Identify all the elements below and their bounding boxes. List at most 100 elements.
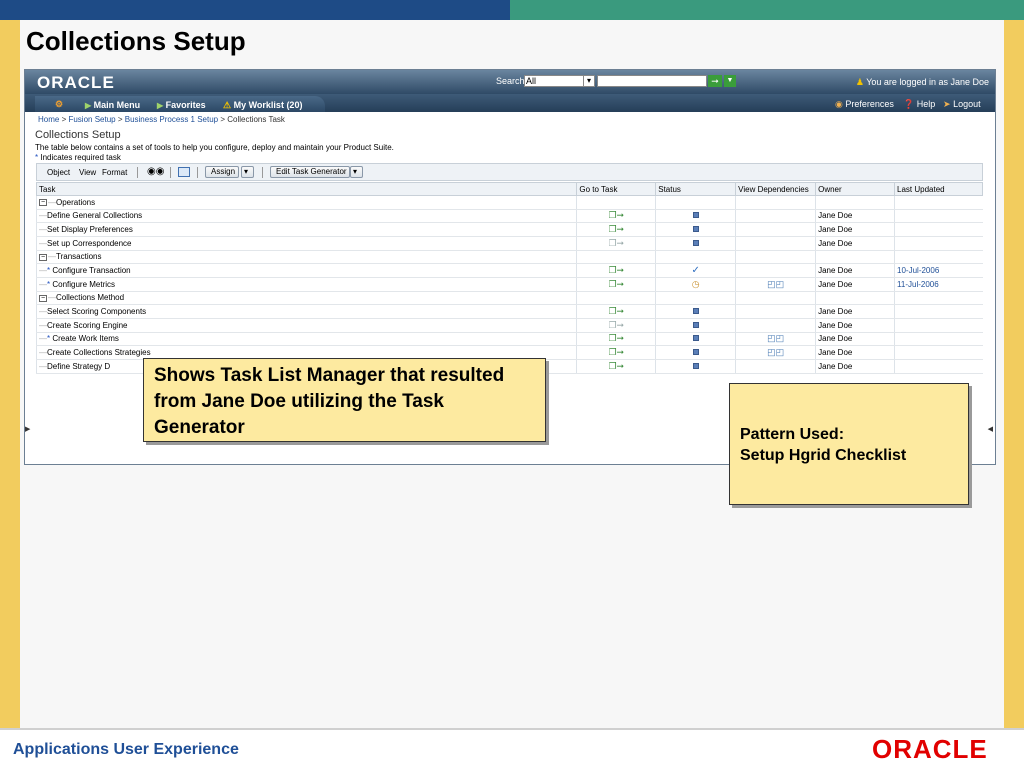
task-name: Set Display Preferences <box>47 225 133 235</box>
table-row[interactable]: —* Create Work Items ❐➞ ◰◰ Jane Doe <box>35 332 983 347</box>
col-header-view-dependencies[interactable]: View Dependencies <box>735 182 817 196</box>
table-row[interactable]: —Create Scoring Engine ❐➞ Jane Doe <box>35 318 983 333</box>
table-row[interactable]: − —Collections Method <box>35 291 983 306</box>
task-name: Create Work Items <box>52 334 119 344</box>
grid-header-row: Task Go to Task Status View Dependencies… <box>35 182 983 196</box>
search-options-button[interactable]: ▼ <box>724 75 736 87</box>
go-to-task-icon[interactable]: ❐➞ <box>608 265 624 275</box>
task-name: Configure Metrics <box>52 279 116 289</box>
scroll-right-arrow-icon[interactable]: ◀ <box>988 425 993 433</box>
table-row[interactable]: —Set Display Preferences ❐➞ Jane Doe <box>35 222 983 237</box>
col-header-task[interactable]: Task <box>35 182 578 196</box>
table-row[interactable]: —* Configure Metrics ❐➞ ◷ ◰◰ Jane Doe 11… <box>35 277 983 292</box>
object-menu[interactable]: Object <box>47 168 70 177</box>
table-row[interactable]: —Define General Collections ❐➞ Jane Doe <box>35 209 983 224</box>
owner-cell: Jane Doe <box>815 277 895 292</box>
owner-cell: Jane Doe <box>815 263 895 278</box>
last-updated-cell: 11-Jul-2006 <box>894 277 983 292</box>
pattern-value: Setup Hgrid Checklist <box>740 447 907 464</box>
main-menu-link[interactable]: ▶ Main Menu <box>85 100 140 110</box>
go-to-task-icon[interactable]: ❐➞ <box>608 361 624 371</box>
search-input[interactable] <box>597 75 707 87</box>
chevron-down-icon[interactable]: ▾ <box>583 75 595 87</box>
task-name: Define Strategy D <box>47 361 111 371</box>
go-to-task-icon[interactable]: ❐➞ <box>608 279 624 289</box>
owner-cell: Jane Doe <box>815 359 895 374</box>
grid-toolbar: Object View Format ◉◉ Assign ▾ Edit Task… <box>36 163 983 181</box>
scroll-left-arrow-icon[interactable]: ▶ <box>25 425 30 433</box>
logout-label: Logout <box>953 99 981 109</box>
go-to-task-icon[interactable]: ❐➞ <box>608 210 624 220</box>
warning-icon: ⚠ <box>223 100 232 110</box>
not-started-status-icon <box>692 335 699 342</box>
required-star-icon: * <box>47 279 51 289</box>
go-to-task-icon[interactable]: ❐➞ <box>608 347 624 357</box>
table-row[interactable]: —Set up Correspondence ❐➞ Jane Doe <box>35 236 983 251</box>
edit-task-generator-button[interactable]: Edit Task Generator <box>270 166 350 178</box>
view-dependencies-icon[interactable]: ◰◰ <box>767 347 784 357</box>
not-started-status-icon <box>692 349 699 356</box>
menu-tabs: ⚙ ▶ Main Menu ▶ Favorites ⚠ My Worklist … <box>35 96 325 112</box>
worklist-label: My Worklist (20) <box>233 100 303 110</box>
page-description: The table below contains a set of tools … <box>35 143 394 152</box>
task-name: Define General Collections <box>47 211 143 221</box>
not-started-status-icon <box>692 362 699 369</box>
breadcrumb-fusion-setup[interactable]: Fusion Setup <box>68 115 115 124</box>
preferences-link[interactable]: ◉ Preferences <box>835 99 894 110</box>
not-started-status-icon <box>692 308 699 315</box>
task-name: Configure Transaction <box>52 266 131 276</box>
detach-icon[interactable] <box>178 167 190 177</box>
not-started-status-icon <box>692 212 699 219</box>
logged-in-status: ♟ You are logged in as Jane Doe <box>856 77 989 88</box>
tree-line: — <box>39 211 47 221</box>
chevron-down-icon[interactable]: ▾ <box>350 166 363 178</box>
tree-line: — <box>39 279 47 289</box>
last-updated-cell: 10-Jul-2006 <box>894 263 983 278</box>
page-title: Collections Setup <box>35 129 121 141</box>
oracle-logo: ORACLE <box>37 73 115 92</box>
favorites-link[interactable]: ▶ Favorites <box>157 100 206 110</box>
worklist-link[interactable]: ⚠ My Worklist (20) <box>223 100 302 111</box>
chevron-down-icon[interactable]: ▾ <box>241 166 254 178</box>
go-to-task-icon[interactable]: ❐➞ <box>608 306 624 316</box>
tree-line: — <box>48 197 56 207</box>
format-menu[interactable]: Format <box>102 168 127 177</box>
preferences-icon: ◉ <box>835 99 843 109</box>
collapse-toggle-icon[interactable]: − <box>39 253 47 261</box>
breadcrumb-home[interactable]: Home <box>38 115 59 124</box>
table-row[interactable]: − —Transactions <box>35 250 983 265</box>
owner-cell: Jane Doe <box>815 304 895 319</box>
help-link[interactable]: ❓ Help <box>903 99 935 110</box>
collapse-toggle-icon[interactable]: − <box>39 294 47 302</box>
table-row[interactable]: − —Operations <box>35 195 983 210</box>
view-menu[interactable]: View <box>79 168 96 177</box>
required-star-icon: * <box>35 153 39 162</box>
col-header-go-to-task[interactable]: Go to Task <box>576 182 657 196</box>
home-icon[interactable]: ⚙ <box>55 99 63 110</box>
table-row[interactable]: —Select Scoring Components ❐➞ Jane Doe <box>35 304 983 319</box>
collapse-toggle-icon[interactable]: − <box>39 199 47 207</box>
breadcrumb: Home > Fusion Setup > Business Process 1… <box>38 115 285 124</box>
slide-title: Collections Setup <box>26 26 246 56</box>
view-dependencies-icon[interactable]: ◰◰ <box>767 333 784 343</box>
owner-cell: Jane Doe <box>815 209 895 224</box>
go-to-task-icon[interactable]: ❐➞ <box>608 333 624 343</box>
breadcrumb-business-process[interactable]: Business Process 1 Setup <box>125 115 218 124</box>
logout-icon: ➤ <box>943 99 951 109</box>
toolbar-divider <box>170 167 171 178</box>
col-header-status[interactable]: Status <box>655 182 737 196</box>
binoculars-icon[interactable]: ◉◉ <box>147 166 164 177</box>
go-to-task-disabled-icon: ❐➞ <box>608 237 625 248</box>
logout-link[interactable]: ➤ Logout <box>943 99 981 110</box>
not-started-status-icon <box>692 321 699 328</box>
table-row[interactable]: —* Configure Transaction ❐➞ ✓ Jane Doe 1… <box>35 263 983 278</box>
view-dependencies-icon[interactable]: ◰◰ <box>767 279 784 289</box>
footer-oracle-logo: ORACLE <box>872 734 988 764</box>
tree-line: — <box>48 293 56 303</box>
not-started-status-icon <box>692 239 699 246</box>
col-header-owner[interactable]: Owner <box>815 182 896 196</box>
go-to-task-icon[interactable]: ❐➞ <box>608 224 624 234</box>
search-go-button[interactable]: ➞ <box>708 75 722 87</box>
assign-button[interactable]: Assign <box>205 166 239 178</box>
col-header-last-updated[interactable]: Last Updated <box>894 182 983 196</box>
